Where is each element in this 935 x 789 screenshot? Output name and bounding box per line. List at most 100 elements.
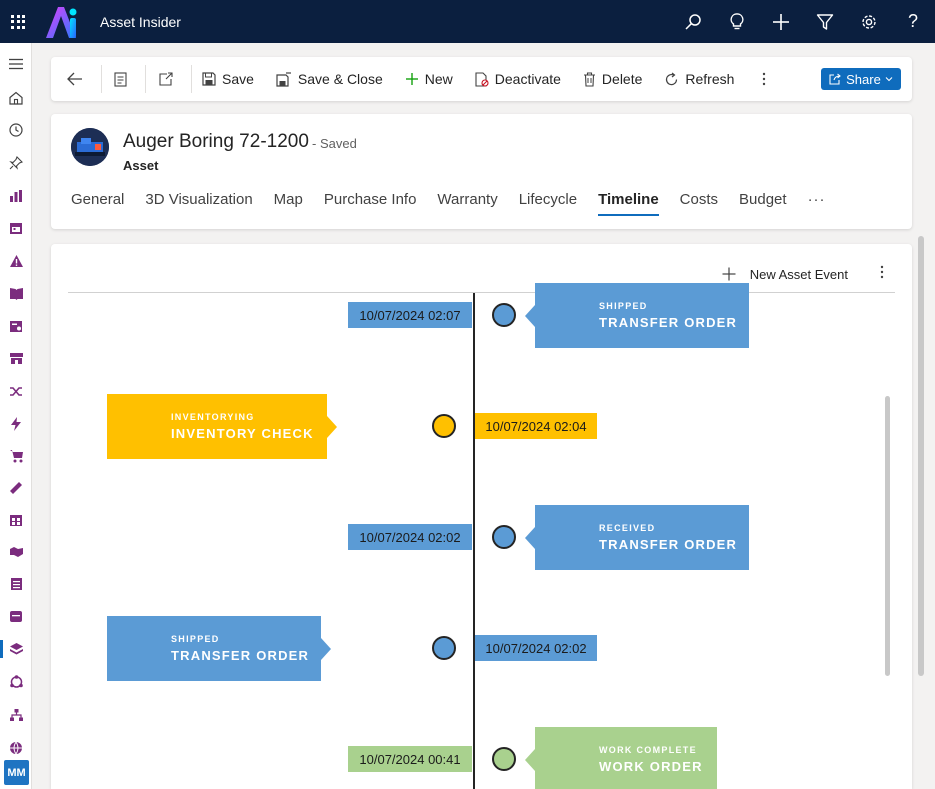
more-commands-icon[interactable] <box>742 57 780 101</box>
open-new-window-button[interactable] <box>146 57 191 101</box>
timeline-event-name: TRANSFER ORDER <box>599 315 738 330</box>
save-close-button[interactable]: Save & Close <box>262 57 391 101</box>
timeline-divider <box>68 292 895 293</box>
archive-box-icon[interactable] <box>0 601 32 631</box>
timeline-scrollbar[interactable] <box>885 396 890 676</box>
cart-icon[interactable] <box>0 441 32 471</box>
user-avatar[interactable]: MM <box>4 760 29 785</box>
timeline-event-date: 10/07/2024 02:02 <box>475 635 597 661</box>
storefront-grid-icon[interactable] <box>0 505 32 535</box>
tab-lifecycle[interactable]: Lifecycle <box>519 190 577 220</box>
timeline-event-card[interactable]: SHIPPED TRANSFER ORDER <box>107 616 331 681</box>
back-button[interactable] <box>51 57 101 101</box>
timeline-event-card[interactable]: INVENTORYING INVENTORY CHECK <box>107 394 337 459</box>
timeline-event-date: 10/07/2024 02:02 <box>348 524 472 550</box>
save-button[interactable]: Save <box>192 57 262 101</box>
timeline-event-name: TRANSFER ORDER <box>171 648 310 663</box>
list-document-icon[interactable] <box>0 569 32 599</box>
search-icon[interactable] <box>671 0 715 43</box>
command-bar: Save Save & Close New Deactivate Delete … <box>51 57 912 101</box>
left-nav-rail: MM <box>0 43 32 789</box>
filter-icon[interactable] <box>803 0 847 43</box>
deactivate-button[interactable]: Deactivate <box>461 57 569 101</box>
new-button[interactable]: New <box>391 57 461 101</box>
tab-budget[interactable]: Budget <box>739 190 787 220</box>
new-asset-event-label: New Asset Event <box>749 266 848 282</box>
hamburger-menu-icon[interactable] <box>0 49 32 79</box>
store-icon[interactable] <box>0 343 32 373</box>
asset-image <box>71 128 109 166</box>
share-button[interactable]: Share <box>821 68 901 90</box>
tab-general[interactable]: General <box>71 190 124 220</box>
plus-icon <box>722 267 736 281</box>
tabs-more-button[interactable]: ··· <box>808 190 826 220</box>
save-label: Save <box>222 71 254 87</box>
handshake-icon[interactable] <box>0 537 32 567</box>
tab-map[interactable]: Map <box>274 190 303 220</box>
timeline-event-date: 10/07/2024 00:41 <box>348 746 472 772</box>
record-save-status: - Saved <box>312 136 357 151</box>
recent-clock-icon[interactable] <box>0 115 32 145</box>
timeline-event-name: WORK ORDER <box>599 759 703 774</box>
warning-icon[interactable] <box>0 246 32 276</box>
network-cycle-icon[interactable] <box>0 667 32 697</box>
form-tabs: General 3D Visualization Map Purchase In… <box>71 190 847 220</box>
top-app-bar: Asset Insider ? <box>0 0 935 43</box>
app-logo <box>40 0 84 43</box>
delete-label: Delete <box>601 71 643 87</box>
timeline-event-type: INVENTORYING <box>171 412 255 422</box>
refresh-label: Refresh <box>685 71 735 87</box>
app-title: Asset Insider <box>100 13 181 30</box>
timeline-event-type: RECEIVED <box>599 523 656 533</box>
timeline-event-name: INVENTORY CHECK <box>171 426 314 441</box>
timeline-event-type: SHIPPED <box>171 634 220 644</box>
tab-warranty[interactable]: Warranty <box>437 190 497 220</box>
pin-icon[interactable] <box>0 148 32 178</box>
timeline-event-marker[interactable] <box>492 525 516 549</box>
timeline-event-card[interactable]: RECEIVED TRANSFER ORDER <box>525 505 749 570</box>
assets-layers-icon[interactable] <box>0 634 32 664</box>
app-launcher-icon[interactable] <box>0 0 36 43</box>
refresh-button[interactable]: Refresh <box>650 57 742 101</box>
dashboard-chart-icon[interactable] <box>0 181 32 211</box>
tab-3d-visualization[interactable]: 3D Visualization <box>145 190 252 220</box>
page-scrollbar[interactable] <box>918 236 924 676</box>
chevron-down-icon <box>885 77 893 82</box>
delete-button[interactable]: Delete <box>569 57 650 101</box>
deactivate-label: Deactivate <box>494 71 561 87</box>
timeline-more-icon[interactable] <box>880 265 884 284</box>
record-title: Auger Boring 72-1200 <box>123 131 309 152</box>
timeline-axis <box>473 293 475 789</box>
record-entity-type: Asset <box>123 158 159 173</box>
tab-timeline[interactable]: Timeline <box>598 190 659 220</box>
tab-costs[interactable]: Costs <box>680 190 718 220</box>
timeline-event-date: 10/07/2024 02:07 <box>348 302 472 328</box>
lightbulb-icon[interactable] <box>715 0 759 43</box>
timeline-event-marker[interactable] <box>492 747 516 771</box>
asset-card-icon[interactable] <box>0 311 32 341</box>
timeline-panel: New Asset Event 10/07/2024 02:07 SHIPPED T… <box>51 244 912 789</box>
shuffle-icon[interactable] <box>0 376 32 406</box>
timeline-event-marker[interactable] <box>432 414 456 438</box>
timeline-event-marker[interactable] <box>492 303 516 327</box>
new-asset-event-button[interactable]: New Asset Event <box>722 267 848 282</box>
globe-icon[interactable] <box>0 733 32 763</box>
form-view-button[interactable] <box>102 57 145 101</box>
lightning-icon[interactable] <box>0 409 32 439</box>
share-label: Share <box>846 71 881 87</box>
plus-icon[interactable] <box>759 0 803 43</box>
timeline-event-card[interactable]: WORK COMPLETE WORK ORDER <box>525 727 717 789</box>
tab-purchase-info[interactable]: Purchase Info <box>324 190 417 220</box>
timeline-event-card[interactable]: SHIPPED TRANSFER ORDER <box>525 283 749 348</box>
timeline-event-marker[interactable] <box>432 636 456 660</box>
timeline-event-type: SHIPPED <box>599 301 648 311</box>
save-close-label: Save & Close <box>297 71 383 87</box>
book-icon[interactable] <box>0 278 32 308</box>
calendar-icon[interactable] <box>0 213 32 243</box>
ruler-icon[interactable] <box>0 473 32 503</box>
help-icon[interactable]: ? <box>891 0 935 43</box>
home-icon[interactable] <box>0 83 32 113</box>
timeline-event-date: 10/07/2024 02:04 <box>475 413 597 439</box>
hierarchy-icon[interactable] <box>0 700 32 730</box>
settings-icon[interactable] <box>847 0 891 43</box>
